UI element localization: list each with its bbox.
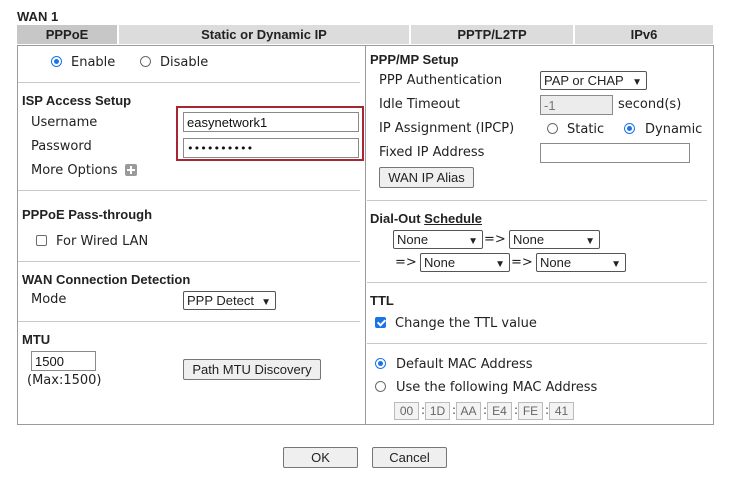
ipcp-static-label: Static	[567, 122, 605, 137]
enable-radio[interactable]	[51, 56, 62, 67]
ppp-auth-label: PPP Authentication	[379, 73, 503, 88]
column-divider	[365, 45, 366, 425]
mac-octet-1[interactable]: 00	[394, 402, 419, 420]
schedule-select-1[interactable]: None ▼	[393, 230, 483, 249]
mac-octet-3[interactable]: AA	[456, 402, 481, 420]
chevron-down-icon: ▼	[468, 236, 478, 247]
mode-label: Mode	[31, 292, 67, 307]
disable-radio[interactable]	[140, 56, 151, 67]
chevron-down-icon: ▼	[632, 77, 642, 88]
tab-ipv6[interactable]: IPv6	[575, 25, 713, 44]
more-options-label: More Options	[31, 163, 118, 178]
fixed-ip-input[interactable]	[540, 143, 690, 163]
mac-octet-4[interactable]: E4	[487, 402, 512, 420]
arrow-text: =>	[395, 255, 417, 270]
dialout-heading: Dial-Out Schedule	[370, 211, 482, 226]
divider	[367, 343, 707, 344]
plus-icon[interactable]	[125, 164, 137, 176]
chevron-down-icon: ▼	[495, 259, 505, 270]
divider	[367, 282, 707, 283]
arrow-text: =>	[484, 232, 506, 247]
ok-button[interactable]: OK	[283, 447, 358, 468]
idle-timeout-unit: second(s)	[618, 97, 682, 112]
ipcp-dynamic-radio[interactable]	[624, 123, 635, 134]
username-label: Username	[31, 115, 98, 130]
schedule-select-4[interactable]: None ▼	[536, 253, 626, 272]
tab-static-dynamic-ip[interactable]: Static or Dynamic IP	[119, 25, 411, 44]
password-label: Password	[31, 139, 92, 154]
page-title: WAN 1	[17, 9, 59, 24]
schedule-value-1: None	[397, 232, 429, 247]
ttl-heading: TTL	[370, 293, 394, 308]
schedule-select-2[interactable]: None ▼	[509, 230, 600, 249]
isp-access-heading: ISP Access Setup	[22, 93, 132, 108]
schedule-link[interactable]: Schedule	[424, 211, 482, 226]
schedule-value-4: None	[540, 255, 572, 270]
password-input[interactable]	[183, 138, 359, 158]
idle-timeout-input[interactable]	[540, 95, 613, 115]
ipcp-dynamic-label: Dynamic	[645, 122, 703, 137]
wan-ip-alias-button[interactable]: WAN IP Alias	[379, 167, 474, 188]
arrow-text: =>	[511, 255, 533, 270]
mode-select[interactable]: PPP Detect ▼	[183, 291, 276, 310]
divider	[18, 261, 360, 262]
default-mac-label: Default MAC Address	[396, 357, 533, 372]
custom-mac-label: Use the following MAC Address	[396, 380, 598, 395]
ppp-mp-heading: PPP/MP Setup	[370, 52, 459, 67]
tab-pppoe[interactable]: PPPoE	[17, 25, 119, 44]
idle-timeout-label: Idle Timeout	[379, 97, 460, 112]
divider	[18, 321, 360, 322]
disable-label: Disable	[160, 55, 209, 70]
pppoe-passthrough-heading: PPPoE Pass-through	[22, 207, 153, 222]
dialout-heading-prefix: Dial-Out	[370, 211, 425, 226]
mode-select-value: PPP Detect	[187, 293, 254, 308]
ppp-auth-select[interactable]: PAP or CHAP ▼	[540, 71, 647, 90]
schedule-value-3: None	[424, 255, 456, 270]
chevron-down-icon: ▼	[585, 236, 595, 247]
mtu-heading: MTU	[22, 332, 51, 347]
username-input[interactable]	[183, 112, 359, 132]
cancel-button[interactable]: Cancel	[372, 447, 447, 468]
chevron-down-icon: ▼	[611, 259, 621, 270]
tab-pptp-l2tp[interactable]: PPTP/L2TP	[411, 25, 575, 44]
mtu-input[interactable]	[31, 351, 96, 371]
schedule-value-2: None	[513, 232, 545, 247]
ppp-auth-value: PAP or CHAP	[544, 73, 624, 88]
mac-octet-2[interactable]: 1D	[425, 402, 450, 420]
wan-detection-heading: WAN Connection Detection	[22, 272, 191, 287]
custom-mac-radio[interactable]	[375, 381, 386, 392]
divider	[367, 200, 707, 201]
mtu-max-text: (Max:1500)	[27, 373, 102, 388]
schedule-select-3[interactable]: None ▼	[420, 253, 510, 272]
path-mtu-discovery-button[interactable]: Path MTU Discovery	[183, 359, 321, 380]
divider	[18, 82, 360, 83]
mac-octet-5[interactable]: FE	[518, 402, 543, 420]
fixed-ip-label: Fixed IP Address	[379, 145, 485, 160]
change-ttl-label: Change the TTL value	[395, 316, 537, 331]
ipcp-label: IP Assignment (IPCP)	[379, 121, 515, 136]
default-mac-radio[interactable]	[375, 358, 386, 369]
divider	[18, 190, 360, 191]
ipcp-static-radio[interactable]	[547, 123, 558, 134]
mac-octet-6[interactable]: 41	[549, 402, 574, 420]
change-ttl-checkbox[interactable]	[375, 317, 386, 328]
wired-lan-checkbox[interactable]	[36, 235, 47, 246]
chevron-down-icon: ▼	[261, 297, 271, 308]
enable-label: Enable	[71, 55, 116, 70]
wan-tabs: PPPoE Static or Dynamic IP PPTP/L2TP IPv…	[17, 25, 713, 44]
wired-lan-label: For Wired LAN	[56, 234, 149, 249]
